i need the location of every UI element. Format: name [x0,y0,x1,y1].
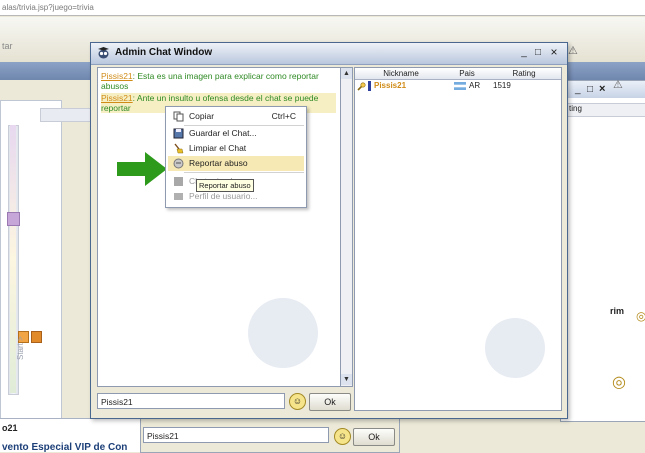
broom-icon [174,143,184,154]
menu-separator [184,172,304,173]
warning-icon: ⚠ [568,45,578,57]
chat-scrollbar[interactable]: ▲ ▼ [340,67,353,387]
user-row[interactable]: Pissis21 AR 1519 [355,81,561,92]
window-titlebar[interactable]: Admin Chat Window _ □ × [91,43,567,65]
argentina-flag-icon [454,82,466,90]
tooltip: Reportar abuso [196,179,254,192]
profile-icon [174,193,183,200]
message-text: : Esta es una imagen para explicar como … [101,71,319,91]
user-country: AR [469,81,481,90]
menu-item-label: Reportar abuso [189,158,248,168]
menu-item-copy[interactable]: Copiar Ctrl+C [168,109,304,124]
maximize-button[interactable]: □ [532,46,544,59]
start-label: Start > [16,336,25,360]
menu-item-save-chat[interactable]: Guardar el Chat... [168,126,304,141]
report-icon [173,158,184,169]
background-bottom-left: o21 vento Especial VIP de Con [0,418,140,453]
menu-item-label: Copiar [189,111,215,121]
address-bar[interactable]: alas/trivia.jsp?juego=trivia [0,0,645,16]
close-icon[interactable]: × [599,83,605,95]
background-chat-input[interactable]: Pissis21 [143,427,329,443]
user-nickname[interactable]: Pissis21 [374,81,406,91]
orange-marker-2 [31,331,42,343]
admin-key-icon [357,82,366,91]
smiley-icon[interactable]: ☺ [289,393,306,410]
gold-coin-icon: ◎ [636,309,645,323]
close-button[interactable]: × [548,46,560,59]
menu-item-label: Limpiar el Chat [189,143,247,153]
rating-header-label: ting [569,104,582,113]
column-header-nickname[interactable]: Nickname [355,68,448,80]
message-nick[interactable]: Pissis21 [101,71,133,81]
chat-input[interactable]: Pissis21 [97,393,285,409]
window-title: Admin Chat Window [115,47,213,58]
green-arrow-icon [117,152,167,186]
user-level-bar [368,81,371,91]
admin-chat-window: Admin Chat Window _ □ × Pissis21: Esta e… [90,42,568,419]
send-ok-button[interactable]: Ok [309,393,351,411]
message-nick[interactable]: Pissis21 [101,93,133,103]
owl-icon [98,47,109,59]
menu-item-label: Guardar el Chat... [189,128,257,138]
event-banner[interactable]: vento Especial VIP de Con [2,442,127,453]
column-header-rating[interactable]: Rating [487,68,561,80]
toolbar-text: tar [2,41,13,51]
owl-watermark-2 [485,318,545,378]
background-right-window: _ □ × ting [560,80,645,422]
warning-icon-2: ⚠ [613,79,623,91]
user-list-pane[interactable]: Nickname Pais Rating Pissis21 AR 1519 [354,67,562,411]
owl-watermark [248,298,318,368]
right-partial-text: rim [610,306,625,316]
user-rating: 1519 [493,81,511,90]
chat-message: Pissis21: Esta es una imagen para explic… [101,71,336,91]
bottom-left-title: o21 [2,423,18,433]
rating-column-header[interactable]: ting [564,103,645,117]
minimize-button[interactable]: _ [518,46,530,59]
maximize-icon[interactable]: □ [587,84,593,95]
purple-marker [7,212,20,226]
menu-item-clear-chat[interactable]: Limpiar el Chat [168,141,304,156]
context-menu: Copiar Ctrl+C Guardar el Chat... Limpiar… [165,106,307,208]
gold-coin-icon-large: ◎ [612,374,626,391]
column-header-country[interactable]: Pais [447,68,488,80]
smiley-icon-background[interactable]: ☺ [334,428,351,445]
save-icon [173,128,184,139]
private-chat-icon [174,177,183,186]
minimize-icon[interactable]: _ [575,84,581,95]
menu-item-report-abuse[interactable]: Reportar abuso [168,156,304,171]
menu-item-shortcut: Ctrl+C [271,111,296,121]
copy-icon [173,111,184,122]
scroll-up-arrow[interactable]: ▲ [341,68,352,79]
scroll-down-arrow[interactable]: ▼ [341,374,352,385]
background-ok-button[interactable]: Ok [353,428,395,446]
